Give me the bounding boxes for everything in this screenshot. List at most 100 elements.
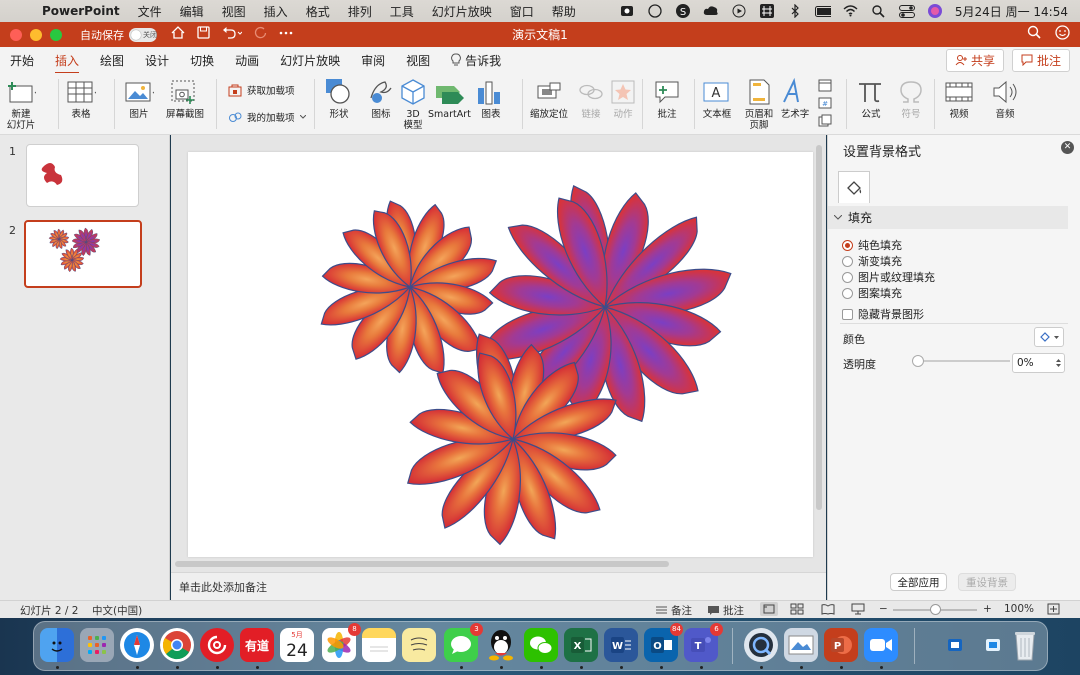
color-picker-button[interactable] [1034,327,1064,347]
normal-view-button[interactable] [760,602,778,616]
save-icon[interactable] [197,26,210,43]
tab-design[interactable]: 设计 [145,48,169,73]
qq-status-icon[interactable] [647,4,663,18]
my-addins-button[interactable]: 我的加载项 [228,110,306,124]
preview-dock-icon[interactable] [784,628,818,662]
fit-to-window-button[interactable] [1047,603,1060,618]
menubar-clock[interactable]: 5月24日 周一 14:54 [955,3,1068,20]
search-icon[interactable] [1027,25,1041,44]
notes-dock-icon[interactable] [362,628,396,662]
gradient-fill-option[interactable]: 渐变填充 [842,253,902,269]
undo-icon[interactable] [222,26,243,43]
close-pane-button[interactable]: ✕ [1061,141,1074,154]
3d-models-button[interactable]: 3D 模型 [398,77,428,131]
minimize-window-button[interactable] [30,28,42,41]
launchpad-dock-icon[interactable] [80,628,114,662]
hide-bg-graphics-option[interactable]: 隐藏背景图形 [842,306,924,322]
tab-animations[interactable]: 动画 [235,48,259,73]
apply-to-all-button[interactable]: 全部应用 [890,573,947,591]
zoom-in-button[interactable]: + [983,603,992,615]
comments-toggle-button[interactable]: 批注 [708,603,744,618]
audio-button[interactable]: 音频 [990,77,1020,120]
zoom-slider-thumb[interactable] [930,604,941,615]
pattern-fill-option[interactable]: 图案填充 [842,285,902,301]
transparency-slider-track[interactable] [918,360,1010,362]
youdao-dock-icon[interactable]: 有道 [240,628,274,662]
menu-window[interactable]: 窗口 [510,3,534,20]
trash-dock-icon[interactable] [1008,628,1042,662]
tab-home[interactable]: 开始 [10,48,34,73]
autosave-toggle[interactable]: 关闭 [129,27,157,42]
wordart-button[interactable]: 艺术字 [780,77,810,120]
chrome-dock-icon[interactable] [160,628,194,662]
calendar-dock-icon[interactable]: 5月 24 [280,628,314,662]
date-time-button[interactable] [818,78,832,92]
chevron-down-icon[interactable] [1056,364,1061,367]
siri-icon[interactable] [927,4,943,18]
finder-dock-icon[interactable] [40,628,74,662]
chart-button[interactable]: 图表 [476,77,506,120]
radio-selected[interactable] [842,239,853,251]
wifi-icon[interactable] [843,4,859,18]
screenshot-button[interactable]: 屏幕截图 [166,77,204,120]
cloud-icon[interactable] [703,4,719,18]
fill-tab[interactable] [838,171,870,203]
slide-canvas[interactable] [188,152,813,557]
smartart-button[interactable]: SmartArt [428,77,471,120]
netease-music-dock-icon[interactable] [200,628,234,662]
icons-button[interactable]: 图标 [366,77,396,120]
tab-slideshow[interactable]: 幻灯片放映 [280,48,340,73]
photos-dock-icon[interactable]: 8 [322,623,361,662]
chevron-up-icon[interactable] [1056,359,1061,362]
slide-number-button[interactable]: # [818,96,832,110]
equation-button[interactable]: 公式 [856,77,886,120]
video-button[interactable]: 视频 [944,77,974,120]
transparency-stepper[interactable] [1056,359,1061,367]
fill-section-header[interactable]: 填充 [828,206,1068,229]
grid-app-icon[interactable] [759,4,775,18]
tab-view[interactable]: 视图 [406,48,430,73]
menu-edit[interactable]: 编辑 [180,3,204,20]
zoom-level[interactable]: 100% [1004,603,1034,615]
reading-view-button[interactable] [821,603,835,618]
menu-arrange[interactable]: 排列 [348,3,372,20]
solid-fill-option[interactable]: 纯色填充 [842,237,902,253]
notes-toggle-button[interactable]: 备注 [656,603,692,618]
comments-button[interactable]: 批注 [1011,48,1070,72]
slide-sorter-button[interactable] [790,603,804,618]
bluetooth-icon[interactable] [787,4,803,18]
close-window-button[interactable] [10,28,22,41]
vertical-scrollbar[interactable] [816,145,822,510]
header-footer-button[interactable]: 页眉和 页脚 [744,77,774,131]
radio-unselected[interactable] [842,255,853,267]
hide-bg-checkbox[interactable] [842,308,853,320]
safari-dock-icon[interactable] [120,628,154,662]
language-indicator[interactable]: 中文(中国) [92,603,142,618]
play-icon[interactable] [731,4,747,18]
stickies-dock-icon[interactable] [402,628,436,662]
menu-slideshow[interactable]: 幻灯片放映 [432,3,492,20]
picture-fill-option[interactable]: 图片或纹理填充 [842,269,935,285]
app-menu[interactable]: PowerPoint [42,4,120,18]
transparency-input[interactable]: 0% [1012,353,1065,373]
menu-format[interactable]: 格式 [306,3,330,20]
outlook-dock-icon[interactable]: O 84 [644,623,683,662]
tab-review[interactable]: 审阅 [361,48,385,73]
menu-help[interactable]: 帮助 [552,3,576,20]
tab-insert[interactable]: 插入 [55,48,80,74]
tab-transitions[interactable]: 切换 [190,48,214,73]
feedback-smiley-icon[interactable] [1055,25,1070,44]
messages-dock-icon[interactable]: 3 [444,623,483,662]
menu-tools[interactable]: 工具 [390,3,414,20]
powerpoint-dock-icon[interactable]: P [824,628,858,662]
radio-unselected[interactable] [842,271,853,283]
dollar-app-icon[interactable]: S [675,4,691,18]
menu-view[interactable]: 视图 [222,3,246,20]
battery-icon[interactable] [814,4,831,18]
slide-thumbnail-2[interactable] [24,220,142,288]
zoom-out-button[interactable]: − [879,603,888,615]
object-button[interactable] [818,114,832,128]
wechat-dock-icon[interactable] [524,628,558,662]
teams-dock-icon[interactable]: T 6 [684,623,723,662]
get-addins-button[interactable]: 获取加载项 [228,83,295,97]
